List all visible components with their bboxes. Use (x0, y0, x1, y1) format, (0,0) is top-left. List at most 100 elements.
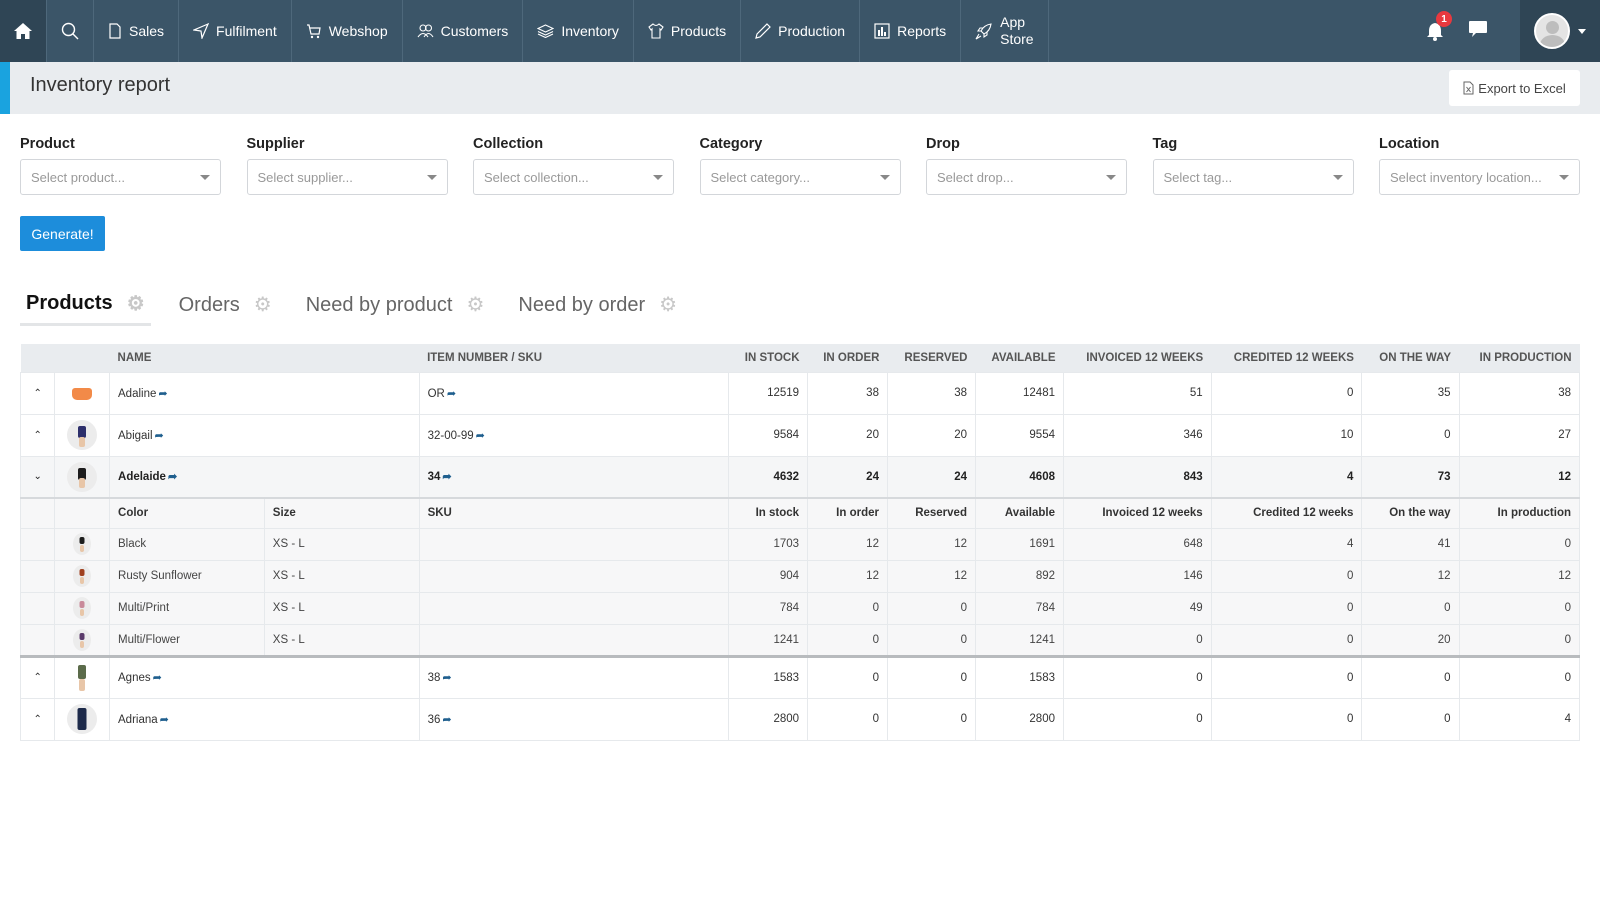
col-invoiced[interactable]: INVOICED 12 WEEKS (1063, 344, 1212, 372)
collection-select[interactable]: Select collection... (473, 159, 674, 195)
generate-button[interactable]: Generate! (20, 216, 105, 251)
share-arrow-icon[interactable]: ➦ (447, 388, 456, 400)
nav-inventory[interactable]: Inventory (523, 0, 634, 62)
expand-toggle[interactable]: ⌃ (19, 697, 56, 741)
col-in-order[interactable]: IN ORDER (807, 344, 888, 372)
col-name[interactable]: NAME (109, 344, 420, 372)
gear-icon[interactable]: ⚙ (659, 295, 677, 315)
variant-col-color: Color (109, 497, 265, 529)
nav-fulfilment[interactable]: Fulfilment (179, 0, 292, 62)
share-arrow-icon[interactable]: ➦ (153, 672, 162, 684)
product-name-link[interactable]: Adriana (118, 714, 158, 726)
export-to-excel-button[interactable]: Export to Excel (1449, 70, 1580, 106)
tab-label: Need by order (518, 293, 646, 316)
share-arrow-icon[interactable]: ➦ (442, 714, 451, 726)
product-name-cell: Abigail ➦ (109, 413, 420, 457)
share-arrow-icon[interactable]: ➦ (442, 471, 451, 483)
col-available[interactable]: AVAILABLE (975, 344, 1064, 372)
col-in-stock[interactable]: IN STOCK (728, 344, 808, 372)
select-placeholder: Select collection... (484, 169, 589, 185)
tab-need-by-product[interactable]: Need by product ⚙ (300, 289, 491, 326)
variant-thumbnail (54, 559, 111, 593)
drop-select[interactable]: Select drop... (926, 159, 1127, 195)
share-arrow-icon[interactable]: ➦ (442, 672, 451, 684)
sku-link[interactable]: 38 (428, 672, 441, 684)
tshirt-icon (648, 23, 664, 39)
tab-products[interactable]: Products ⚙ (20, 289, 151, 326)
product-thumbnail (54, 413, 111, 457)
gear-icon[interactable]: ⚙ (466, 295, 484, 315)
in-stock-cell: 4632 (728, 455, 809, 499)
expand-toggle[interactable]: ⌃ (19, 413, 56, 457)
share-arrow-icon[interactable]: ➦ (160, 714, 169, 726)
sku-link[interactable]: 34 (428, 471, 441, 483)
product-name-link[interactable]: Adaline (118, 388, 156, 400)
pencil-icon (755, 23, 772, 39)
messages-button[interactable] (1468, 20, 1488, 43)
supplier-select[interactable]: Select supplier... (246, 159, 448, 195)
tab-label: Products (26, 292, 113, 314)
col-on-the-way[interactable]: ON THE WAY (1361, 344, 1460, 372)
col-sku[interactable]: ITEM NUMBER / SKU (419, 344, 729, 372)
tag-select[interactable]: Select tag... (1152, 159, 1354, 195)
col-reserved[interactable]: RESERVED (887, 344, 976, 372)
tab-orders[interactable]: Orders ⚙ (173, 289, 278, 326)
in-production-cell: 12 (1458, 559, 1581, 593)
invoiced-cell: 648 (1063, 527, 1212, 561)
variant-header-row: Color Size SKU In stock In order Reserve… (19, 497, 1581, 529)
expand-toggle[interactable]: ⌃ (19, 371, 56, 415)
nav-app-store[interactable]: App Store (961, 0, 1049, 62)
search-button[interactable] (47, 0, 94, 62)
table-row: ⌃ Adriana ➦ 36 ➦ 2800 0 0 2800 0 0 0 4 (19, 697, 1581, 741)
share-arrow-icon[interactable]: ➦ (476, 430, 485, 442)
expand-toggle[interactable]: ⌄ (19, 455, 56, 499)
product-select[interactable]: Select product... (20, 159, 221, 195)
share-arrow-icon[interactable]: ➦ (155, 430, 164, 442)
reserved-cell: 12 (886, 527, 976, 561)
sku-link[interactable]: OR (428, 388, 445, 400)
variant-thumbnail (54, 623, 111, 658)
col-credited[interactable]: CREDITED 12 WEEKS (1211, 344, 1362, 372)
tab-need-by-order[interactable]: Need by order ⚙ (512, 289, 683, 326)
location-select[interactable]: Select inventory location... (1379, 159, 1580, 195)
product-name-link[interactable]: Adelaide (118, 471, 166, 483)
in-production-cell: 4 (1458, 697, 1581, 741)
in-stock-cell: 9584 (728, 413, 809, 457)
sku-link[interactable]: 32-00-99 (428, 430, 474, 442)
in-production-cell: 0 (1458, 527, 1581, 561)
sku-link[interactable]: 36 (428, 714, 441, 726)
gear-icon[interactable]: ⚙ (127, 294, 145, 314)
reserved-cell: 20 (886, 413, 976, 457)
product-thumbnail (54, 371, 111, 415)
nav-label-line1: App (1000, 14, 1026, 30)
nav-reports[interactable]: Reports (860, 0, 962, 62)
reserved-cell: 24 (886, 455, 976, 499)
share-arrow-icon[interactable]: ➦ (168, 471, 177, 483)
in-stock-cell: 1583 (728, 655, 809, 699)
expand-toggle[interactable]: ⌃ (19, 655, 56, 699)
nav-webshop[interactable]: Webshop (292, 0, 403, 62)
nav-production[interactable]: Production (741, 0, 861, 62)
on-the-way-cell: 35 (1361, 371, 1460, 415)
share-arrow-icon[interactable]: ➦ (158, 388, 167, 400)
nav-products[interactable]: Products (634, 0, 742, 62)
col-in-production[interactable]: IN PRODUCTION (1459, 344, 1580, 372)
product-name-link[interactable]: Abigail (118, 430, 153, 442)
product-image (67, 461, 98, 492)
category-select[interactable]: Select category... (699, 159, 901, 195)
cart-icon (306, 24, 321, 39)
user-menu[interactable] (1520, 0, 1600, 62)
chevron-down-icon (200, 174, 210, 180)
product-name-link[interactable]: Agnes (118, 672, 151, 684)
gear-icon[interactable]: ⚙ (254, 295, 272, 315)
available-cell: 12481 (974, 371, 1065, 415)
nav-sales[interactable]: Sales (94, 0, 180, 62)
nav-label: Webshop (328, 23, 388, 39)
notifications-button[interactable]: 1 (1424, 11, 1452, 42)
nav-customers[interactable]: Customers (403, 0, 524, 62)
filter-label: Supplier (246, 136, 305, 152)
sku-cell: 36 ➦ (418, 697, 730, 741)
home-button[interactable] (0, 0, 47, 62)
reserved-cell: 0 (886, 697, 976, 741)
product-name-cell: Adaline ➦ (109, 371, 420, 415)
